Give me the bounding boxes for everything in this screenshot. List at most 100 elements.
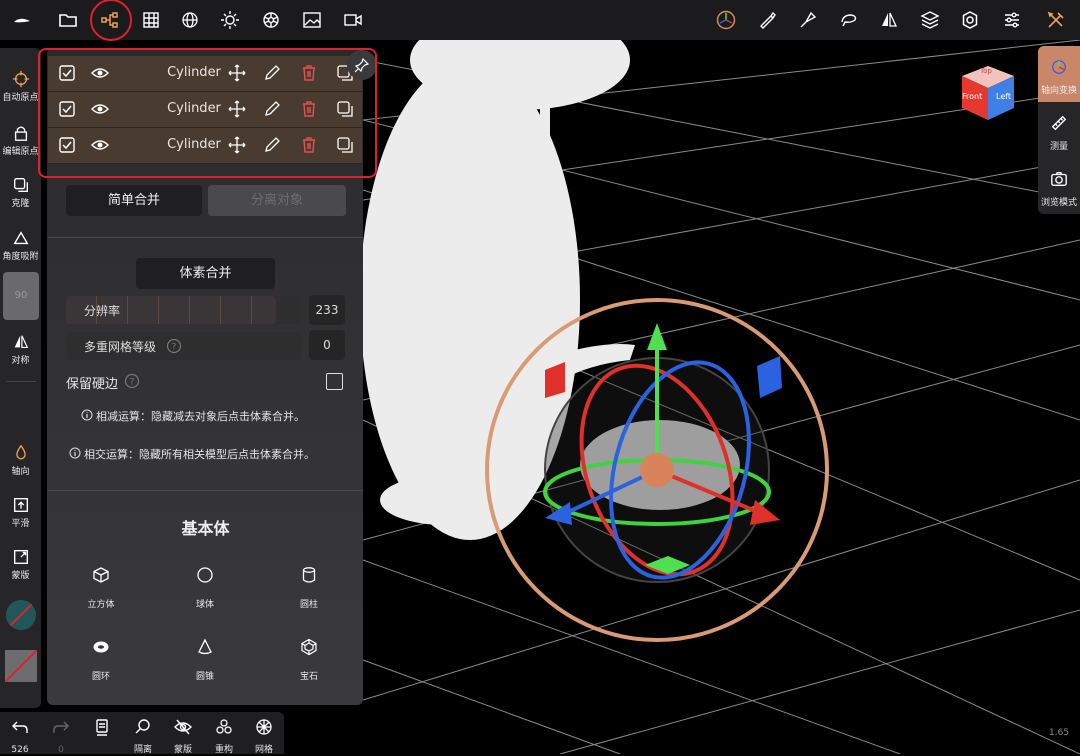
settings-icon[interactable] <box>956 6 984 34</box>
remesh-icon <box>216 719 232 734</box>
top-toolbar <box>0 0 1080 41</box>
paint-icon[interactable] <box>794 6 822 34</box>
layers-icon[interactable] <box>916 6 944 34</box>
grid-icon[interactable] <box>137 6 165 34</box>
brush-icon[interactable] <box>753 6 781 34</box>
undo-button[interactable]: 526 <box>5 718 35 756</box>
mask-icon <box>13 550 28 564</box>
notes-button[interactable] <box>87 718 117 737</box>
smooth-icon <box>13 498 28 512</box>
symmetry-tool[interactable]: 对称 <box>0 333 41 366</box>
help-icon[interactable]: ? <box>124 373 140 389</box>
view-cube-front-label: Front <box>962 92 983 101</box>
measure-tool[interactable]: 测量 <box>1038 114 1080 153</box>
simple-merge-button[interactable]: 简单合并 <box>66 185 202 216</box>
angle-icon <box>13 231 28 245</box>
redo-icon <box>53 721 69 733</box>
symmetry-label: 对称 <box>11 356 30 366</box>
angle-snap-tool[interactable]: 角度吸附 <box>0 229 41 262</box>
folder-icon[interactable] <box>54 6 82 34</box>
divider <box>6 381 36 382</box>
ruler-icon <box>1051 115 1067 131</box>
primitives-title: 基本体 <box>181 519 230 538</box>
light-icon[interactable] <box>216 6 244 34</box>
primitive-label: 宝石 <box>299 672 318 682</box>
color-swatch-secondary[interactable] <box>4 649 38 683</box>
camera-icon <box>1051 172 1067 186</box>
symmetry-icon <box>14 335 28 348</box>
axis-transform-label: 轴向变换 <box>1040 86 1077 96</box>
tools-icon[interactable] <box>1042 6 1070 34</box>
clone-tool[interactable]: 克隆 <box>0 176 41 209</box>
mask-label: 蒙版 <box>11 571 30 581</box>
drop-icon <box>15 444 26 460</box>
primitive-cube[interactable]: 立方体 <box>71 566 131 611</box>
multires-slider[interactable]: 多重网格等级 ? <box>66 332 302 360</box>
separate-objects-button[interactable]: 分离对象 <box>208 185 346 216</box>
mask-tool[interactable]: 蒙版 <box>0 548 41 581</box>
info-icon <box>81 409 93 421</box>
eye-off-icon <box>174 719 192 735</box>
keep-edges-checkbox[interactable] <box>326 373 343 390</box>
magnifier-icon <box>135 719 150 734</box>
remesh-button[interactable]: 重构 <box>209 718 239 756</box>
browse-mode-tool[interactable]: 浏览模式 <box>1038 170 1080 209</box>
redo-button[interactable]: 0 <box>46 718 76 756</box>
browse-mode-label: 浏览模式 <box>1040 198 1077 208</box>
smooth-label: 平滑 <box>11 519 30 529</box>
divider <box>48 490 363 491</box>
auto-origin-tool[interactable]: 自动原点 <box>0 70 41 103</box>
view-cube-top-label: Top <box>980 67 992 75</box>
primitive-cylinder[interactable]: 圆柱 <box>279 566 339 611</box>
primitive-label: 圆环 <box>91 672 110 682</box>
color-swatch-primary[interactable] <box>6 600 36 630</box>
primitive-gem[interactable]: 宝石 <box>279 638 339 683</box>
angle-value-box[interactable]: 90 <box>3 272 39 320</box>
lock-icon <box>14 126 27 141</box>
multires-value[interactable]: 0 <box>309 330 345 360</box>
cone-icon <box>198 638 212 655</box>
mesh-button[interactable]: 网格 <box>249 718 279 756</box>
voxel-merge-button[interactable]: 体素合并 <box>136 258 275 289</box>
crosshair-icon <box>12 70 29 88</box>
smooth-tool[interactable]: 平滑 <box>0 496 41 529</box>
resolution-slider[interactable]: 分辨率 <box>66 296 302 324</box>
primitive-cone[interactable]: 圆锥 <box>175 638 235 683</box>
info-intersect-text: 相交运算：隐藏所有相关模型后点击体素合并。 <box>84 448 315 461</box>
cylinder-icon <box>302 567 316 583</box>
axis-transform-tool[interactable]: 轴向变换 <box>1038 58 1080 97</box>
edit-origin-tool[interactable]: 编辑原点 <box>0 124 41 157</box>
resolution-value[interactable]: 233 <box>309 295 345 325</box>
measure-label: 测量 <box>1049 142 1068 152</box>
hide-button[interactable]: 蒙版 <box>168 718 198 756</box>
primitive-sphere[interactable]: 球体 <box>175 566 235 611</box>
svg-text:?: ? <box>130 378 135 388</box>
sphere-mesh-icon[interactable] <box>176 6 204 34</box>
video-icon[interactable] <box>339 6 367 34</box>
sliders-icon[interactable] <box>998 6 1026 34</box>
highlight-circle <box>90 0 132 41</box>
auto-origin-label: 自动原点 <box>2 93 39 103</box>
app-logo-icon[interactable] <box>8 6 36 34</box>
symmetry-icon[interactable] <box>875 6 903 34</box>
svg-text:?: ? <box>172 343 177 353</box>
info-subtract-text: 相减运算：隐藏减去对象后点击体素合并。 <box>96 410 305 423</box>
isolate-button[interactable]: 隔离 <box>128 718 158 756</box>
primitive-label: 圆柱 <box>299 600 318 610</box>
axis-tool[interactable]: 轴向 <box>0 444 41 477</box>
image-icon[interactable] <box>298 6 326 34</box>
edit-origin-label: 编辑原点 <box>2 147 39 157</box>
primitive-torus[interactable]: 圆环 <box>71 638 131 683</box>
help-icon[interactable]: ? <box>166 338 182 354</box>
angle-snap-label: 角度吸附 <box>2 252 39 262</box>
lasso-icon[interactable] <box>835 6 863 34</box>
version-label: 1.65 <box>1049 728 1070 738</box>
left-toolbar: 自动原点 编辑原点 克隆 角度吸附 90 对称 轴向 平滑 蒙版 <box>0 48 41 708</box>
notes-icon <box>96 719 108 736</box>
axis-gizmo-icon[interactable] <box>712 6 740 34</box>
material-icon[interactable] <box>257 6 285 34</box>
primitive-label: 球体 <box>195 600 214 610</box>
divider <box>48 237 363 238</box>
view-cube[interactable]: Top Front Left <box>958 62 1018 124</box>
cube-icon <box>93 567 109 583</box>
